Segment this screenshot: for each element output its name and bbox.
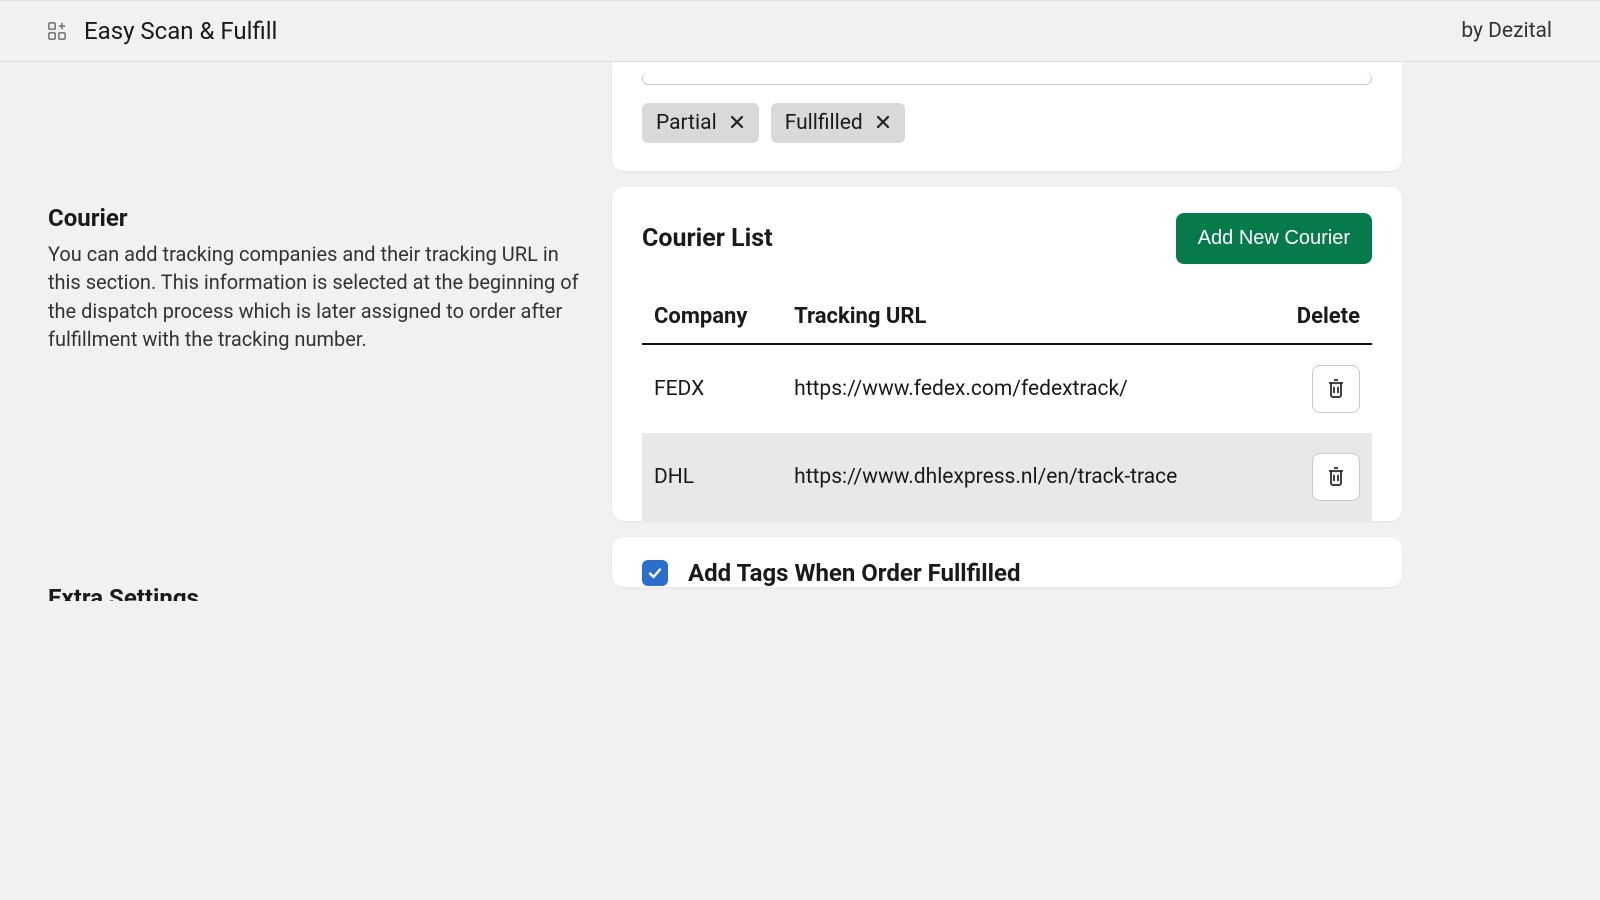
trash-icon [1326,465,1346,490]
close-icon[interactable] [729,114,745,133]
col-company: Company [642,290,782,344]
trash-icon [1326,377,1346,402]
courier-list-title: Courier List [642,224,773,253]
app-header: Easy Scan & Fulfill by Dezital [0,0,1600,62]
delete-courier-button[interactable] [1312,365,1360,413]
col-delete: Delete [1268,290,1372,344]
courier-table: Company Tracking URL Delete FEDX https:/… [642,290,1372,521]
add-tags-checkbox[interactable] [642,560,668,586]
cell-url: https://www.fedex.com/fedextrack/ [782,344,1268,433]
tags-card: Partial Fullfilled [612,62,1402,171]
cell-company: DHL [642,433,782,521]
tag-chip-partial: Partial [642,103,759,143]
table-row: DHL https://www.dhlexpress.nl/en/track-t… [642,433,1372,521]
check-icon [647,565,663,581]
courier-section-title: Courier [48,204,584,232]
app-credit: by Dezital [1461,19,1552,43]
add-tags-label: Add Tags When Order Fullfilled [688,559,1020,587]
tag-label: Partial [656,111,717,135]
add-new-courier-button[interactable]: Add New Courier [1176,213,1372,264]
tags-input[interactable] [642,72,1372,85]
col-tracking-url: Tracking URL [782,290,1268,344]
cell-company: FEDX [642,344,782,433]
table-row: FEDX https://www.fedex.com/fedextrack/ [642,344,1372,433]
close-icon[interactable] [875,114,891,133]
tag-label: Fullfilled [785,111,863,135]
courier-section-info: Courier You can add tracking companies a… [48,62,584,354]
extra-settings-card: Add Tags When Order Fullfilled [612,537,1402,587]
cell-url: https://www.dhlexpress.nl/en/track-trace [782,433,1268,521]
app-title: Easy Scan & Fulfill [84,17,277,45]
delete-courier-button[interactable] [1312,453,1360,501]
courier-list-card: Courier List Add New Courier Company Tra… [612,187,1402,521]
extra-settings-section-title: Extra Settings [48,354,584,601]
courier-section-description: You can add tracking companies and their… [48,240,584,354]
tag-chip-fullfilled: Fullfilled [771,103,905,143]
apps-grid-icon [48,22,66,40]
